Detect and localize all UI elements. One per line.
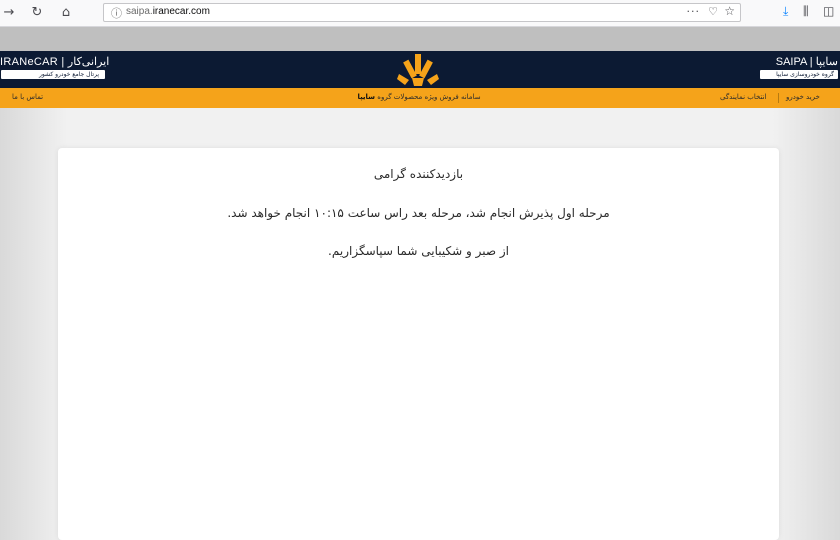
nav-site-title: سامانه فروش ویژه محصولات گروه سایپا [357,93,481,101]
home-icon[interactable]: ⌂ [58,3,74,23]
saipa-logo-text: SAIPA | سایپا [775,56,838,68]
thanks-message: از صبر و شکیبایی شما سپاسگزاریم. [328,244,509,258]
nav-contact-us[interactable]: تماس با ما [12,93,43,101]
iranecar-tagline: پرتال جامع خودرو کشور [1,70,105,79]
url-bar[interactable]: ⓘ saipa.iranecar.com ··· ♡ ☆ [103,3,741,22]
saipa-tagline: گروه خودروسازی سایپا [760,70,838,79]
message-card: بازدیدکننده گرامی مرحله اول پذیرش انجام … [58,148,779,540]
nav-choose-dealer[interactable]: انتخاب نمایندگی [720,93,767,101]
url-text[interactable]: saipa.iranecar.com [126,6,210,17]
page-actions-menu-icon[interactable]: ··· [687,5,701,18]
iranecar-logo-text: IRANeCAR | ایرانی‌کار [0,56,110,68]
site-info-icon[interactable]: ⓘ [111,5,122,21]
toolbar-spacer [0,27,840,51]
reload-icon[interactable]: ↻ [30,3,44,23]
sidebar-icon[interactable]: ◫ [823,4,834,18]
main-nav: تماس با ما سامانه فروش ویژه محصولات گروه… [0,88,840,108]
pocket-icon[interactable]: ♡ [708,5,718,18]
nav-divider [778,93,779,103]
bookmark-star-icon[interactable]: ☆ [724,4,735,18]
iranecar-brand[interactable]: IRANeCAR | ایرانی‌کار پرتال جامع خودرو ک… [0,55,110,85]
nav-buy-car[interactable]: خرید خودرو [786,93,820,101]
saipa-emblem-icon[interactable] [395,52,441,92]
status-message: مرحله اول پذیرش انجام شد، مرحله بعد راس … [227,206,610,220]
forward-arrow-icon[interactable]: → [2,3,16,23]
browser-toolbar: → ↻ ⌂ ⓘ saipa.iranecar.com ··· ♡ ☆ ⤓ ⫼ ◫ [0,0,840,27]
greeting-text: بازدیدکننده گرامی [373,167,464,181]
saipa-brand[interactable]: SAIPA | سایپا گروه خودروسازی سایپا [750,55,840,85]
download-icon[interactable]: ⤓ [783,4,788,19]
library-icon[interactable]: ⫼ [803,4,809,19]
